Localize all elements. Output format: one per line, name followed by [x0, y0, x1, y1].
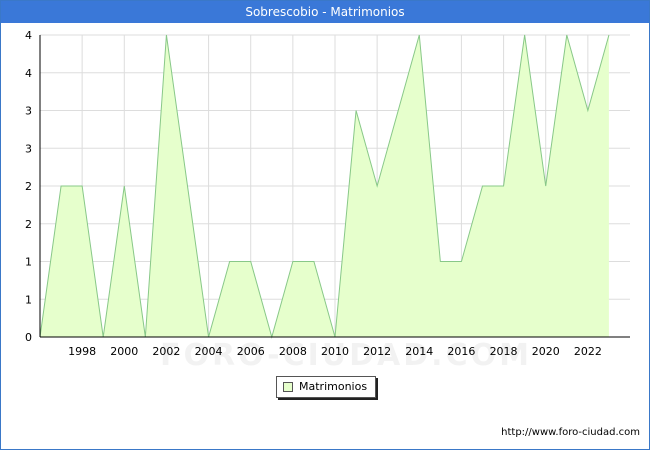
y-tick-label: 4 [25, 29, 32, 42]
source-url: http://www.foro-ciudad.com [501, 427, 640, 438]
y-tick-label: 2 [25, 180, 32, 193]
y-tick-label: 3 [25, 142, 32, 155]
x-tick-label: 2004 [195, 345, 223, 358]
x-tick-label: 2008 [279, 345, 307, 358]
y-tick-label: 3 [25, 105, 32, 118]
y-tick-label: 0 [25, 331, 32, 344]
x-tick-label: 2016 [447, 345, 475, 358]
y-tick-label: 1 [25, 293, 32, 306]
x-tick-label: 2012 [363, 345, 391, 358]
y-tick-label: 2 [25, 218, 32, 231]
legend: Matrimonios [276, 376, 376, 398]
x-tick-label: 2018 [490, 345, 518, 358]
x-tick-label: 1998 [68, 345, 96, 358]
x-tick-label: 2020 [532, 345, 560, 358]
legend-label: Matrimonios [299, 380, 368, 393]
legend-swatch [283, 382, 293, 392]
x-tick-label: 2022 [574, 345, 602, 358]
y-tick-label: 1 [25, 256, 32, 269]
x-tick-label: 2000 [110, 345, 138, 358]
x-tick-label: 2014 [405, 345, 433, 358]
x-tick-label: 2006 [237, 345, 265, 358]
x-tick-label: 2002 [152, 345, 180, 358]
x-tick-label: 2010 [321, 345, 349, 358]
y-tick-label: 4 [25, 67, 32, 80]
